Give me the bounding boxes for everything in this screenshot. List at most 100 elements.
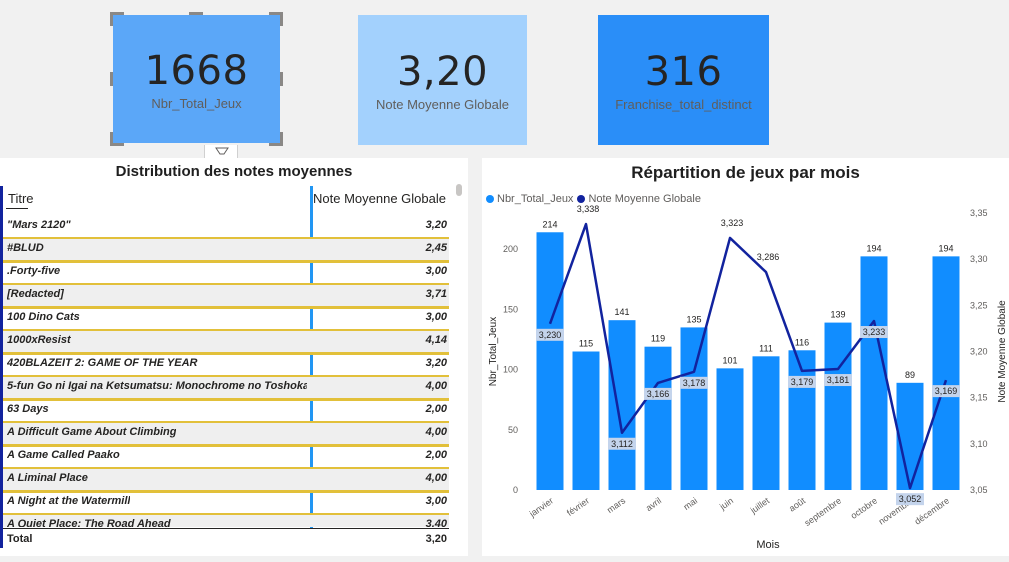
vertical-scrollbar[interactable] bbox=[456, 184, 462, 196]
filter-icon[interactable] bbox=[204, 145, 238, 159]
bar bbox=[572, 351, 600, 490]
table-row[interactable]: A Quiet Place: The Road Ahead 3,40 bbox=[3, 515, 449, 527]
kpi-card-franchises[interactable]: 316 Franchise_total_distinct bbox=[598, 15, 769, 145]
line-data-label: 3,169 bbox=[935, 386, 958, 396]
x-tick-label: septembre bbox=[803, 495, 844, 528]
line-data-label: 3,230 bbox=[539, 330, 562, 340]
cell-title: 1000xResist bbox=[7, 334, 71, 346]
column-header-note[interactable]: Note Moyenne Globale bbox=[313, 191, 446, 206]
y2-tick-label: 3,35 bbox=[970, 208, 988, 218]
cell-title: #BLUD bbox=[7, 242, 44, 254]
table-row[interactable]: A Liminal Place 4,00 bbox=[3, 469, 449, 493]
table-row[interactable]: A Game Called Paako 2,00 bbox=[3, 446, 449, 470]
y2-tick-label: 3,30 bbox=[970, 254, 988, 264]
total-value: 3,20 bbox=[425, 533, 447, 545]
x-axis-title: Mois bbox=[756, 539, 780, 551]
table-row[interactable]: #BLUD 2,45 bbox=[3, 239, 449, 263]
kpi-card-average-rating[interactable]: 3,20 Note Moyenne Globale bbox=[358, 15, 527, 145]
bar bbox=[824, 322, 852, 490]
cell-note: 3,71 bbox=[425, 288, 447, 300]
line-data-label: 3,233 bbox=[863, 327, 886, 337]
ratings-table-visual[interactable]: Distribution des notes moyennes Titre No… bbox=[0, 158, 468, 556]
selection-handle[interactable] bbox=[110, 132, 113, 146]
y2-axis-title: Note Moyenne Globale bbox=[997, 300, 1008, 403]
line-data-label: 3,286 bbox=[757, 252, 780, 262]
cell-title: 5-fun Go ni Igai na Ketsumatsu: Monochro… bbox=[7, 380, 307, 392]
selection-handle[interactable] bbox=[280, 72, 283, 86]
bar-data-label: 89 bbox=[905, 370, 915, 380]
table-title: Distribution des notes moyennes bbox=[115, 163, 353, 180]
kpi-value: 316 bbox=[644, 48, 723, 95]
cell-note: 2,45 bbox=[425, 242, 447, 254]
x-tick-label: août bbox=[787, 495, 807, 514]
kpi-value: 1668 bbox=[144, 47, 249, 94]
table-row[interactable]: "Mars 2120" 3,20 bbox=[3, 216, 449, 240]
kpi-label: Franchise_total_distinct bbox=[615, 96, 752, 112]
monthly-games-chart-visual[interactable]: Répartition de jeux par mois Nbr_Total_J… bbox=[482, 158, 1009, 556]
line-data-label: 3,323 bbox=[721, 218, 744, 228]
line-data-label: 3,112 bbox=[611, 439, 633, 449]
bar-data-label: 194 bbox=[866, 243, 881, 253]
bar bbox=[608, 320, 636, 490]
kpi-label: Nbr_Total_Jeux bbox=[151, 95, 242, 111]
y-tick-label: 150 bbox=[503, 304, 518, 314]
table-row[interactable]: .Forty-five 3,00 bbox=[3, 262, 449, 286]
sort-arrow-icon[interactable] bbox=[6, 208, 28, 209]
selection-handle[interactable] bbox=[110, 72, 113, 86]
x-tick-label: juillet bbox=[748, 495, 772, 516]
line-data-label: 3,166 bbox=[647, 389, 670, 399]
selection-handle[interactable] bbox=[280, 132, 283, 146]
cell-title: 63 Days bbox=[7, 403, 49, 415]
cell-title: A Game Called Paako bbox=[7, 449, 120, 461]
selection-handle[interactable] bbox=[189, 12, 203, 15]
bar-data-label: 135 bbox=[686, 314, 701, 324]
x-tick-label: avril bbox=[644, 495, 663, 513]
cell-title: A Quiet Place: The Road Ahead bbox=[7, 518, 171, 527]
line-data-label: 3,178 bbox=[683, 378, 706, 388]
cell-title: .Forty-five bbox=[7, 265, 61, 277]
table-row[interactable]: 100 Dino Cats 3,00 bbox=[3, 308, 449, 332]
table-row[interactable]: 5-fun Go ni Igai na Ketsumatsu: Monochro… bbox=[3, 377, 449, 401]
bar bbox=[536, 232, 564, 490]
cell-note: 3,00 bbox=[425, 265, 447, 277]
selection-handle[interactable] bbox=[110, 12, 113, 26]
cell-title: A Difficult Game About Climbing bbox=[7, 426, 177, 438]
kpi-card-total-games[interactable]: 1668 Nbr_Total_Jeux bbox=[113, 15, 280, 143]
y2-tick-label: 3,10 bbox=[970, 439, 988, 449]
table-row[interactable]: 1000xResist 4,14 bbox=[3, 331, 449, 355]
y2-tick-label: 3,25 bbox=[970, 300, 988, 310]
cell-title: A Night at the Watermill bbox=[7, 495, 131, 507]
cell-title: [Redacted] bbox=[7, 288, 64, 300]
table-row[interactable]: A Night at the Watermill 3,00 bbox=[3, 492, 449, 516]
column-header-title[interactable]: Titre bbox=[8, 191, 34, 206]
bar-data-label: 115 bbox=[579, 339, 593, 349]
cell-note: 2,00 bbox=[425, 449, 447, 461]
cell-note: 4,00 bbox=[425, 426, 447, 438]
selection-handle[interactable] bbox=[280, 12, 283, 26]
cell-note: 4,14 bbox=[425, 334, 447, 346]
cell-note: 4,00 bbox=[425, 472, 447, 484]
line-data-label: 3,181 bbox=[827, 375, 850, 385]
kpi-label: Note Moyenne Globale bbox=[376, 96, 509, 112]
combo-chart: 0 50 100 150 200 3,05 3,10 3,15 3,20 3,25 3,30 3,35… bbox=[488, 204, 1008, 551]
bar bbox=[752, 356, 780, 490]
y-tick-label: 0 bbox=[513, 485, 518, 495]
total-label: Total bbox=[7, 533, 33, 545]
bar-data-label: 111 bbox=[759, 343, 773, 353]
y-tick-label: 100 bbox=[503, 365, 518, 375]
cell-note: 4,00 bbox=[425, 380, 447, 392]
cell-title: "Mars 2120" bbox=[7, 219, 71, 231]
bar bbox=[716, 368, 744, 490]
bar-data-label: 101 bbox=[722, 355, 737, 365]
cell-note: 3,20 bbox=[425, 219, 447, 231]
y-axis-title: Nbr_Total_Jeux bbox=[488, 317, 499, 386]
y2-tick-label: 3,20 bbox=[970, 347, 988, 357]
table-row[interactable]: [Redacted] 3,71 bbox=[3, 285, 449, 309]
bar bbox=[680, 327, 708, 490]
y2-tick-label: 3,05 bbox=[970, 485, 988, 495]
kpi-value: 3,20 bbox=[396, 48, 489, 95]
line-data-label: 3,338 bbox=[577, 204, 600, 214]
table-row[interactable]: 420BLAZEIT 2: GAME OF THE YEAR 3,20 bbox=[3, 354, 449, 378]
table-row[interactable]: 63 Days 2,00 bbox=[3, 400, 449, 424]
table-row[interactable]: A Difficult Game About Climbing 4,00 bbox=[3, 423, 449, 447]
